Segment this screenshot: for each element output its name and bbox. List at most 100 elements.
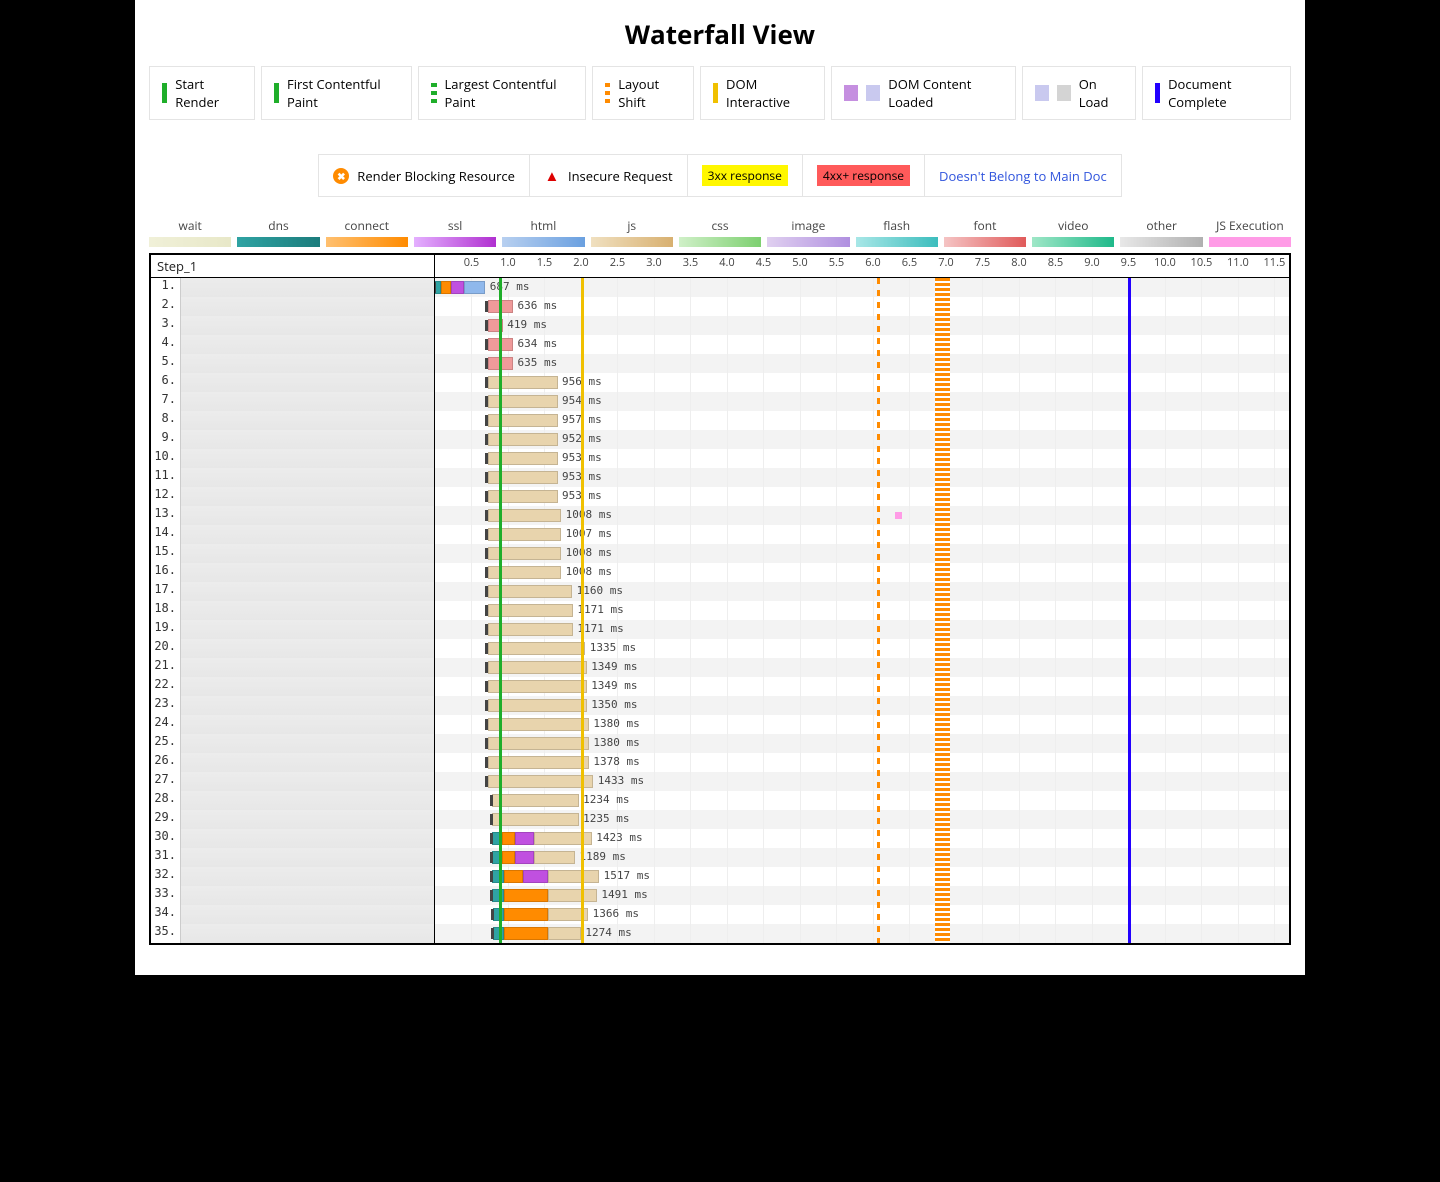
table-row[interactable]: 7.954 ms xyxy=(151,392,1289,411)
row-url xyxy=(181,544,435,563)
segment-font xyxy=(488,319,503,332)
table-row[interactable]: 35.1274 ms xyxy=(151,924,1289,943)
table-row[interactable]: 22. 1349 ms xyxy=(151,677,1289,696)
page-title: Waterfall View xyxy=(149,16,1291,52)
table-row[interactable]: 6.956 ms xyxy=(151,373,1289,392)
table-row[interactable]: 31.1189 ms xyxy=(151,848,1289,867)
row-track: 1008 ms xyxy=(435,506,1289,525)
waterfall-header: Step_1 0.51.01.52.02.53.03.54.04.55.05.5… xyxy=(151,255,1289,278)
swatch-icon xyxy=(1155,83,1160,103)
table-row[interactable]: 15.1008 ms xyxy=(151,544,1289,563)
legend-3xx: 3xx response xyxy=(688,155,803,196)
type-video: video xyxy=(1032,217,1114,247)
row-number: 24. xyxy=(151,715,181,734)
swatch-icon xyxy=(1035,85,1049,101)
segment-js xyxy=(492,794,579,807)
duration-label: 954 ms xyxy=(562,394,602,407)
row-url xyxy=(181,449,435,468)
table-row[interactable]: 16.1008 ms xyxy=(151,563,1289,582)
duration-label: 1007 ms xyxy=(566,527,612,540)
table-row[interactable]: 4. 634 ms xyxy=(151,335,1289,354)
row-url xyxy=(181,278,435,297)
table-row[interactable]: 13.1008 ms xyxy=(151,506,1289,525)
duration-label: 1380 ms xyxy=(593,717,639,730)
row-number: 21. xyxy=(151,658,181,677)
table-row[interactable]: 10. 953 ms xyxy=(151,449,1289,468)
segment-js xyxy=(488,547,562,560)
segment-js xyxy=(488,699,587,712)
table-row[interactable]: 34.1366 ms xyxy=(151,905,1289,924)
legend-render-blocking: Render Blocking Resource xyxy=(319,155,530,196)
row-url xyxy=(181,487,435,506)
row-number: 4. xyxy=(151,335,181,354)
table-row[interactable]: 17.1160 ms xyxy=(151,582,1289,601)
table-row[interactable]: 25.1380 ms xyxy=(151,734,1289,753)
table-row[interactable]: 21.1349 ms xyxy=(151,658,1289,677)
segment-jsexec xyxy=(895,512,902,519)
segment-dns xyxy=(493,908,504,921)
row-track: 1171 ms xyxy=(435,620,1289,639)
segment-js xyxy=(534,851,576,864)
table-row[interactable]: 5.635 ms xyxy=(151,354,1289,373)
block-icon xyxy=(333,168,349,184)
segment-font xyxy=(488,338,514,351)
table-row[interactable]: 11.953 ms xyxy=(151,468,1289,487)
row-track: 1380 ms xyxy=(435,715,1289,734)
table-row[interactable]: 27.1433 ms xyxy=(151,772,1289,791)
row-number: 27. xyxy=(151,772,181,791)
row-url xyxy=(181,867,435,886)
type-wait: wait xyxy=(149,217,231,247)
duration-label: 1378 ms xyxy=(593,755,639,768)
row-number: 22. xyxy=(151,677,181,696)
segment-js xyxy=(488,452,558,465)
duration-label: 1423 ms xyxy=(596,831,642,844)
table-row[interactable]: 14.1007 ms xyxy=(151,525,1289,544)
segment-js xyxy=(488,433,558,446)
table-row[interactable]: 9.952 ms xyxy=(151,430,1289,449)
table-row[interactable]: 28.1234 ms xyxy=(151,791,1289,810)
segment-ssl xyxy=(451,281,464,294)
row-url xyxy=(181,506,435,525)
table-row[interactable]: 12.953 ms xyxy=(151,487,1289,506)
segment-js xyxy=(548,889,597,902)
duration-label: 1008 ms xyxy=(566,546,612,559)
row-track: 1274 ms xyxy=(435,924,1289,943)
duration-label: 1349 ms xyxy=(591,679,637,692)
duration-label: 1235 ms xyxy=(583,812,629,825)
row-url xyxy=(181,525,435,544)
row-track: 952 ms xyxy=(435,430,1289,449)
row-url xyxy=(181,354,435,373)
row-number: 10. xyxy=(151,449,181,468)
duration-label: 1274 ms xyxy=(585,926,631,939)
table-row[interactable]: 2.636 ms xyxy=(151,297,1289,316)
legend-status: Render Blocking Resource ▲Insecure Reque… xyxy=(318,154,1121,197)
table-row[interactable]: 1.687 ms xyxy=(151,278,1289,297)
table-row[interactable]: 23.1350 ms xyxy=(151,696,1289,715)
table-row[interactable]: 30.1423 ms xyxy=(151,829,1289,848)
table-row[interactable]: 18.1171 ms xyxy=(151,601,1289,620)
table-row[interactable]: 8.957 ms xyxy=(151,411,1289,430)
row-track: 953 ms xyxy=(435,449,1289,468)
table-row[interactable]: 19.1171 ms xyxy=(151,620,1289,639)
table-row[interactable]: 29.1235 ms xyxy=(151,810,1289,829)
segment-js xyxy=(548,927,581,940)
row-number: 33. xyxy=(151,886,181,905)
table-row[interactable]: 33.1491 ms xyxy=(151,886,1289,905)
table-row[interactable]: 26.1378 ms xyxy=(151,753,1289,772)
legend-on-load: On Load xyxy=(1022,66,1136,120)
table-row[interactable]: 24. 1380 ms xyxy=(151,715,1289,734)
type-ssl: ssl xyxy=(414,217,496,247)
row-url xyxy=(181,677,435,696)
duration-label: 634 ms xyxy=(517,337,557,350)
swatch-icon xyxy=(713,83,718,103)
legend-insecure: ▲Insecure Request xyxy=(530,155,688,196)
swatch-icon xyxy=(866,85,880,101)
row-url xyxy=(181,411,435,430)
segment-js xyxy=(488,395,558,408)
duration-label: 1171 ms xyxy=(577,603,623,616)
swatch-icon xyxy=(844,85,858,101)
table-row[interactable]: 20.1335 ms xyxy=(151,639,1289,658)
table-row[interactable]: 32.1517 ms xyxy=(151,867,1289,886)
time-axis: 0.51.01.52.02.53.03.54.04.55.05.56.06.57… xyxy=(435,255,1289,275)
table-row[interactable]: 3.419 ms xyxy=(151,316,1289,335)
